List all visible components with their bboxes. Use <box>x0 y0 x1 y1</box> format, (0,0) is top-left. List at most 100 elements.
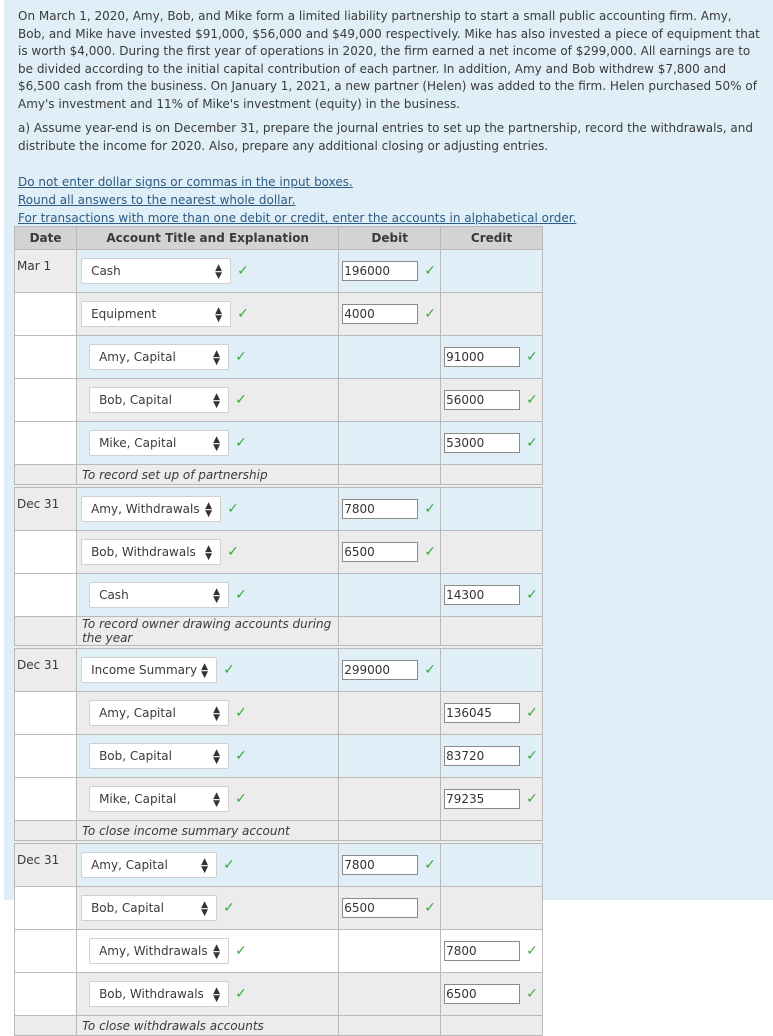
credit-cell: 53000 ✓ <box>440 421 543 465</box>
account-select-value: Mike, Capital <box>99 436 177 450</box>
select-arrows-icon: ▲ ▼ <box>213 349 221 367</box>
account-cell: Bob, Capital ▲ ▼ ✓ <box>76 378 340 422</box>
debit-input[interactable]: 6500 <box>342 542 419 562</box>
debit-input[interactable]: 7800 <box>342 855 419 875</box>
journal-row: Mar 1 Cash ▲ ▼ ✓ 196000 ✓ <box>13 249 543 293</box>
instruction-round[interactable]: Round all answers to the nearest whole d… <box>18 191 761 209</box>
account-select[interactable]: Income Summary ▲ ▼ <box>81 657 218 683</box>
memo-row: To close income summary account <box>13 820 543 841</box>
entry-memo-text: To record owner drawing accounts during … <box>82 617 332 645</box>
credit-input[interactable]: 7800 <box>444 941 521 961</box>
check-icon: ✓ <box>526 392 538 408</box>
entry-memo-text: To close withdrawals accounts <box>82 1018 264 1033</box>
debit-value: 299000 <box>344 663 391 677</box>
credit-cell-empty <box>440 648 543 692</box>
select-arrows-icon: ▲ ▼ <box>213 435 221 453</box>
date-cell-empty <box>13 292 78 336</box>
check-icon: ✓ <box>223 857 235 873</box>
memo-debit-empty <box>338 1015 442 1036</box>
check-icon: ✓ <box>424 544 436 560</box>
account-select[interactable]: Bob, Capital ▲ ▼ <box>81 895 218 921</box>
check-icon: ✓ <box>235 748 247 764</box>
part-a-prompt: a) Assume year-end is on December 31, pr… <box>18 121 753 153</box>
debit-input[interactable]: 4000 <box>342 304 419 324</box>
instruction-no-dollar-signs[interactable]: Do not enter dollar signs or commas in t… <box>18 173 761 191</box>
debit-cell: 7800 ✓ <box>338 843 442 887</box>
credit-input[interactable]: 53000 <box>444 433 521 453</box>
debit-value: 7800 <box>344 858 375 872</box>
journal-row: Dec 31 Income Summary ▲ ▼ ✓ 299000 ✓ <box>13 648 543 692</box>
account-select[interactable]: Amy, Withdrawals ▲ ▼ <box>81 496 222 522</box>
account-select[interactable]: Bob, Withdrawals ▲ ▼ <box>81 539 222 565</box>
debit-input[interactable]: 6500 <box>342 898 419 918</box>
memo-credit-empty <box>440 1015 543 1036</box>
debit-input[interactable]: 7800 <box>342 499 419 519</box>
date-cell-empty <box>13 972 78 1016</box>
credit-cell-empty <box>440 843 543 887</box>
account-select[interactable]: Equipment ▲ ▼ <box>81 301 232 327</box>
account-select[interactable]: Bob, Withdrawals ▲ ▼ <box>89 981 230 1007</box>
debit-value: 6500 <box>344 545 375 559</box>
account-select-value: Mike, Capital <box>99 792 177 806</box>
account-cell: Cash ▲ ▼ ✓ <box>76 249 340 293</box>
credit-input[interactable]: 91000 <box>444 347 521 367</box>
check-icon: ✓ <box>424 263 436 279</box>
credit-input[interactable]: 136045 <box>444 703 521 723</box>
check-icon: ✓ <box>235 986 247 1002</box>
debit-cell: 6500 ✓ <box>338 886 442 930</box>
credit-value: 79235 <box>446 792 485 806</box>
memo-credit-empty <box>440 464 543 485</box>
debit-value: 7800 <box>344 502 375 516</box>
credit-cell: 136045 ✓ <box>440 691 543 735</box>
account-select[interactable]: Amy, Withdrawals ▲ ▼ <box>89 938 230 964</box>
journal-row: Amy, Capital ▲ ▼ ✓ 136045 ✓ <box>13 691 543 735</box>
debit-input[interactable]: 299000 <box>342 660 419 680</box>
account-select[interactable]: Mike, Capital ▲ ▼ <box>89 430 230 456</box>
account-select[interactable]: Amy, Capital ▲ ▼ <box>81 852 218 878</box>
account-select-value: Amy, Withdrawals <box>99 944 208 958</box>
journal-row: Dec 31 Amy, Withdrawals ▲ ▼ ✓ 7800 ✓ <box>13 487 543 531</box>
check-icon: ✓ <box>227 544 239 560</box>
credit-input[interactable]: 83720 <box>444 746 521 766</box>
check-icon: ✓ <box>235 349 247 365</box>
account-select[interactable]: Cash ▲ ▼ <box>89 582 230 608</box>
debit-input[interactable]: 196000 <box>342 261 419 281</box>
select-arrows-icon: ▲ ▼ <box>213 943 221 961</box>
credit-cell: 7800 ✓ <box>440 929 543 973</box>
journal-row: Dec 31 Amy, Capital ▲ ▼ ✓ 7800 ✓ <box>13 843 543 887</box>
credit-input[interactable]: 14300 <box>444 585 521 605</box>
memo-row: To record owner drawing accounts during … <box>13 616 543 646</box>
credit-input[interactable]: 6500 <box>444 984 521 1004</box>
instruction-alphabetical[interactable]: For transactions with more than one debi… <box>18 209 761 227</box>
account-select[interactable]: Amy, Capital ▲ ▼ <box>89 344 230 370</box>
credit-input[interactable]: 56000 <box>444 390 521 410</box>
memo-row: To close withdrawals accounts <box>13 1015 543 1036</box>
credit-cell-empty <box>440 487 543 531</box>
account-select[interactable]: Bob, Capital ▲ ▼ <box>89 743 230 769</box>
journal-row: Amy, Capital ▲ ▼ ✓ 91000 ✓ <box>13 335 543 379</box>
memo-date-empty <box>13 820 78 841</box>
account-select-value: Amy, Capital <box>99 350 176 364</box>
journal-row: Bob, Withdrawals ▲ ▼ ✓ 6500 ✓ <box>13 530 543 574</box>
credit-cell: 6500 ✓ <box>440 972 543 1016</box>
account-select[interactable]: Mike, Capital ▲ ▼ <box>89 786 230 812</box>
select-arrows-icon: ▲ ▼ <box>215 263 223 281</box>
check-icon: ✓ <box>424 662 436 678</box>
account-select[interactable]: Bob, Capital ▲ ▼ <box>89 387 230 413</box>
entry-memo-text: To record set up of partnership <box>82 467 268 482</box>
entry-date: Mar 1 <box>13 249 78 293</box>
account-select[interactable]: Amy, Capital ▲ ▼ <box>89 700 230 726</box>
account-cell: Mike, Capital ▲ ▼ ✓ <box>76 777 340 821</box>
memo-date-empty <box>13 1015 78 1036</box>
debit-cell: 4000 ✓ <box>338 292 442 336</box>
check-icon: ✓ <box>235 705 247 721</box>
account-select-value: Bob, Capital <box>99 393 172 407</box>
select-arrows-icon: ▲ ▼ <box>201 857 209 875</box>
account-select-value: Bob, Withdrawals <box>91 545 196 559</box>
credit-input[interactable]: 79235 <box>444 789 521 809</box>
account-select[interactable]: Cash ▲ ▼ <box>81 258 232 284</box>
check-icon: ✓ <box>526 986 538 1002</box>
credit-cell: 56000 ✓ <box>440 378 543 422</box>
memo-date-empty <box>13 464 78 485</box>
check-icon: ✓ <box>526 587 538 603</box>
